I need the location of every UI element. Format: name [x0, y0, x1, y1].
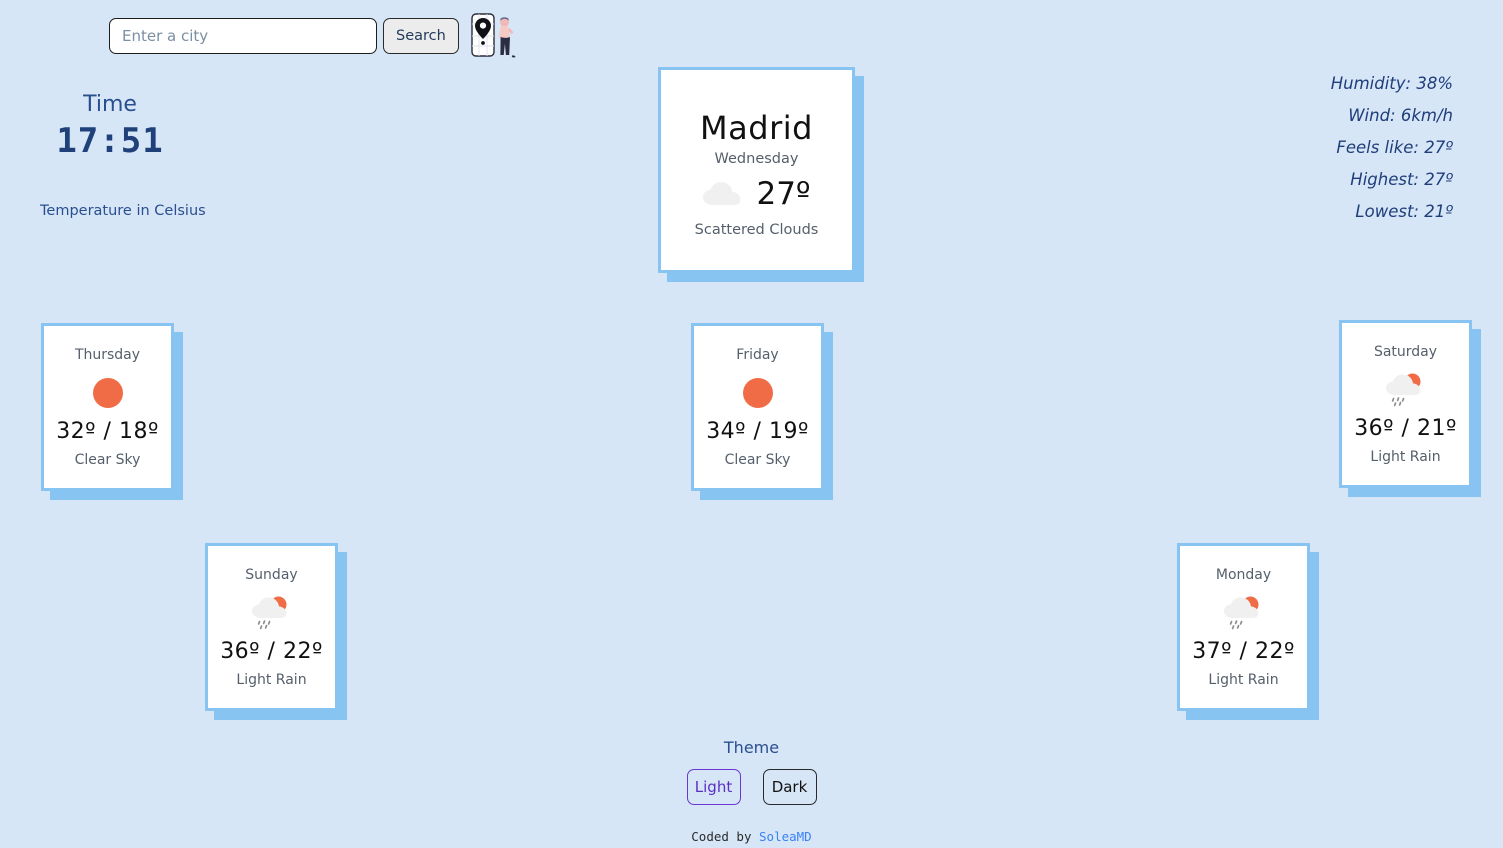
- weather-stats-list: Humidity: 38% Wind: 6km/h Feels like: 27…: [1331, 68, 1453, 228]
- forecast-description: Light Rain: [236, 671, 307, 688]
- forecast-card-thursday: Thursday 32º / 18º Clear Sky: [41, 323, 174, 491]
- sun-cloud-rain-icon: [250, 593, 294, 633]
- forecast-temps: 36º / 22º: [220, 638, 323, 664]
- forecast-day: Saturday: [1373, 343, 1438, 360]
- forecast-temps: 36º / 21º: [1354, 415, 1457, 441]
- forecast-temps: 32º / 18º: [56, 418, 159, 444]
- footer-prefix: Coded by: [691, 829, 760, 844]
- location-person-illustration: [471, 12, 517, 60]
- author-link[interactable]: SoleaMD: [759, 829, 812, 844]
- stat-feels-like: Feels like: 27º: [1336, 138, 1453, 157]
- time-value: 17:51: [56, 121, 164, 161]
- current-weather-card: Madrid Wednesday 27º Scattered Clouds: [658, 67, 855, 273]
- forecast-day: Thursday: [74, 346, 141, 363]
- search-button[interactable]: Search: [383, 18, 459, 54]
- sun-icon: [742, 373, 773, 413]
- forecast-temps: 34º / 19º: [706, 418, 809, 444]
- stat-lowest: Lowest: 21º: [1355, 202, 1453, 221]
- theme-dark-button[interactable]: Dark: [762, 769, 817, 805]
- time-label: Time: [83, 92, 137, 117]
- forecast-card-friday: Friday 34º / 19º Clear Sky: [691, 323, 824, 491]
- stat-humidity: Humidity: 38%: [1330, 74, 1453, 93]
- forecast-description: Light Rain: [1370, 448, 1441, 465]
- search-input[interactable]: [109, 18, 377, 54]
- forecast-card-saturday: Saturday 36º / 21º Light Rain: [1339, 320, 1472, 488]
- forecast-description: Clear Sky: [724, 451, 791, 468]
- current-description: Scattered Clouds: [694, 221, 819, 238]
- forecast-description: Light Rain: [1208, 671, 1279, 688]
- forecast-card-sunday: Sunday 36º / 22º Light Rain: [205, 543, 338, 711]
- theme-switcher: Theme Light Dark: [0, 738, 1503, 805]
- forecast-day: Friday: [736, 346, 779, 363]
- units-note: Temperature in Celsius: [40, 203, 206, 219]
- stat-highest: Highest: 27º: [1350, 170, 1453, 189]
- sun-cloud-rain-icon: [1222, 593, 1266, 633]
- city-name: Madrid: [700, 108, 813, 147]
- theme-button-group: Light Dark: [0, 769, 1503, 805]
- forecast-day: Monday: [1215, 566, 1272, 583]
- current-day: Wednesday: [714, 150, 799, 167]
- sun-cloud-rain-icon: [1384, 370, 1428, 410]
- forecast-description: Clear Sky: [74, 451, 141, 468]
- footer-credit: Coded by SoleaMD: [0, 829, 1503, 844]
- theme-title: Theme: [723, 738, 780, 757]
- cloud-icon: [702, 180, 742, 208]
- forecast-card-monday: Monday 37º / 22º Light Rain: [1177, 543, 1310, 711]
- current-temperature: 27º: [756, 175, 811, 212]
- search-bar: Search: [109, 12, 517, 60]
- theme-light-button[interactable]: Light: [686, 769, 741, 805]
- sun-icon: [92, 373, 123, 413]
- current-temp-row: 27º: [702, 175, 811, 212]
- stat-wind: Wind: 6km/h: [1348, 106, 1453, 125]
- forecast-temps: 37º / 22º: [1192, 638, 1295, 664]
- time-panel: Time 17:51 Temperature in Celsius: [40, 92, 260, 219]
- forecast-day: Sunday: [245, 566, 298, 583]
